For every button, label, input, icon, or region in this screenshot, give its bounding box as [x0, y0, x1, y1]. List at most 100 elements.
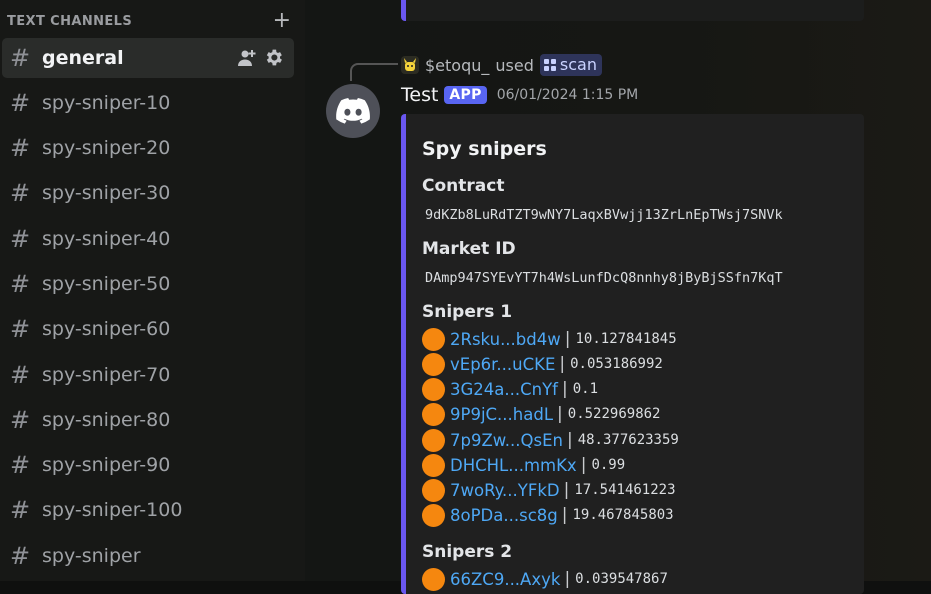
- sniper-row: 3G24a...CnYf | 0.1: [422, 377, 598, 401]
- separator: |: [562, 379, 568, 399]
- sniper-address-link[interactable]: vEp6r...uCKE: [450, 355, 555, 374]
- contract-value: 9dKZb8LuRdTZT9wNY7LaqxBVwjj13ZrLnEpTWsj7…: [425, 207, 783, 223]
- text-channels-header[interactable]: TEXT CHANNELS +: [7, 10, 291, 32]
- channel-spy-sniper-10[interactable]: # spy-sniper-10: [2, 83, 294, 123]
- hash-icon: #: [10, 406, 31, 434]
- sniper-amount: 0.522969862: [567, 406, 661, 422]
- message-timestamp[interactable]: 06/01/2024 1:15 PM: [497, 87, 639, 103]
- sniper-amount: 0.039547867: [575, 571, 668, 587]
- market-id-value: DAmp947SYEvYT7h4WsLunfDcQ8nnhy8jByBjSSfn…: [425, 270, 783, 286]
- channel-spy-sniper[interactable]: # spy-sniper: [2, 536, 294, 576]
- category-label: TEXT CHANNELS: [7, 13, 133, 29]
- orange-circle-icon: [422, 428, 445, 452]
- channel-spy-sniper-50[interactable]: # spy-sniper-50: [2, 264, 294, 304]
- channel-spy-sniper-70[interactable]: # spy-sniper-70: [2, 355, 294, 395]
- sniper-address-link[interactable]: 66ZC9...Axyk: [450, 570, 560, 589]
- hash-icon: #: [10, 44, 31, 72]
- channel-sidebar: TEXT CHANNELS + # general # spy-sniper-1…: [0, 0, 305, 581]
- sniper-row: DHCHL...mmKx | 0.99: [422, 453, 625, 477]
- sniper-amount: 0.1: [572, 381, 599, 397]
- separator: |: [580, 455, 587, 475]
- channel-name: spy-sniper-80: [42, 409, 171, 431]
- channel-spy-sniper-20[interactable]: # spy-sniper-20: [2, 128, 294, 168]
- channel-name: spy-sniper-10: [42, 92, 171, 114]
- snipers-2-label: Snipers 2: [422, 542, 513, 562]
- sniper-address-link[interactable]: 2Rsku...bd4w: [450, 330, 561, 349]
- chat-area: $etoqu_ used scan Test APP 06/01/2024 1:…: [305, 0, 931, 594]
- sniper-address-link[interactable]: 7woRy...YFkD: [450, 481, 560, 500]
- hash-icon: #: [10, 179, 31, 207]
- channel-spy-sniper-90[interactable]: # spy-sniper-90: [2, 445, 294, 485]
- hash-icon: #: [10, 451, 31, 479]
- channel-name: spy-sniper-100: [42, 499, 183, 521]
- reply-connector: [350, 63, 398, 81]
- user-avatar-small[interactable]: [401, 56, 419, 74]
- separator: |: [561, 505, 568, 525]
- sniper-row: 7woRy...YFkD | 17.541461223: [422, 478, 676, 502]
- sniper-address-link[interactable]: 7p9Zw...QsEn: [450, 431, 563, 450]
- app-badge: APP: [444, 86, 487, 104]
- channel-spy-sniper-40[interactable]: # spy-sniper-40: [2, 219, 294, 259]
- channel-name: spy-sniper: [42, 545, 141, 567]
- channel-name: spy-sniper-50: [42, 273, 171, 295]
- hash-icon: #: [10, 225, 31, 253]
- command-reply-context[interactable]: $etoqu_ used scan: [401, 54, 602, 76]
- message-header: Test APP 06/01/2024 1:15 PM: [401, 84, 638, 106]
- hash-icon: #: [10, 315, 31, 343]
- sniper-row: 8oPDa...sc8g | 19.467845803: [422, 503, 674, 527]
- embed-title: Spy snipers: [422, 138, 547, 160]
- hash-icon: #: [10, 496, 31, 524]
- plus-icon[interactable]: +: [273, 10, 291, 32]
- gear-icon[interactable]: [263, 47, 284, 68]
- sniper-row: 9P9jC...hadL | 0.522969862: [422, 402, 660, 426]
- hash-icon: #: [10, 134, 31, 162]
- channel-spy-sniper-100[interactable]: # spy-sniper-100: [2, 490, 294, 530]
- channel-name: general: [42, 47, 124, 69]
- sniper-row: 2Rsku...bd4w | 10.127841845: [422, 327, 677, 351]
- orange-circle-icon: [422, 352, 445, 376]
- separator: |: [566, 430, 573, 450]
- hash-icon: #: [10, 89, 31, 117]
- discord-logo-icon: [336, 98, 370, 124]
- orange-circle-icon: [422, 327, 445, 351]
- market-id-label: Market ID: [422, 239, 516, 259]
- channel-general[interactable]: # general: [2, 38, 294, 78]
- orange-circle-icon: [422, 503, 445, 527]
- orange-circle-icon: [422, 478, 445, 502]
- separator: |: [557, 404, 563, 424]
- channel-name: spy-sniper-40: [42, 228, 171, 250]
- orange-circle-icon: [422, 402, 445, 426]
- channel-name: spy-sniper-30: [42, 182, 171, 204]
- channel-spy-sniper-80[interactable]: # spy-sniper-80: [2, 400, 294, 440]
- channel-spy-sniper-60[interactable]: # spy-sniper-60: [2, 309, 294, 349]
- bot-avatar[interactable]: [326, 84, 380, 138]
- channel-name: spy-sniper-70: [42, 364, 171, 386]
- sniper-amount: 17.541461223: [574, 482, 676, 498]
- app-command-icon: [543, 58, 556, 71]
- sniper-address-link[interactable]: 9P9jC...hadL: [450, 405, 553, 424]
- snipers-1-label: Snipers 1: [422, 302, 513, 322]
- sniper-amount: 48.377623359: [577, 432, 679, 448]
- separator: |: [564, 329, 571, 349]
- sniper-amount: 0.99: [591, 457, 626, 473]
- add-member-icon[interactable]: [237, 48, 257, 68]
- command-name: scan: [559, 55, 597, 74]
- separator: |: [563, 480, 570, 500]
- author-name[interactable]: Test: [401, 84, 438, 106]
- command-pill[interactable]: scan: [539, 54, 602, 76]
- sniper-address-link[interactable]: 8oPDa...sc8g: [450, 506, 558, 525]
- reply-used-text: used: [495, 55, 534, 75]
- previous-embed: [401, 0, 864, 21]
- sniper-row: 7p9Zw...QsEn | 48.377623359: [422, 428, 679, 452]
- sniper-address-link[interactable]: 3G24a...CnYf: [450, 380, 558, 399]
- contract-label: Contract: [422, 176, 505, 196]
- hash-icon: #: [10, 270, 31, 298]
- channel-spy-sniper-30[interactable]: # spy-sniper-30: [2, 173, 294, 213]
- hash-icon: #: [10, 361, 31, 389]
- pikachu-avatar-icon: [404, 58, 416, 71]
- sniper-amount: 19.467845803: [572, 507, 674, 523]
- orange-circle-icon: [422, 567, 445, 591]
- sniper-amount: 0.053186992: [570, 356, 663, 372]
- reply-username[interactable]: $etoqu_: [425, 56, 489, 75]
- sniper-address-link[interactable]: DHCHL...mmKx: [450, 456, 577, 475]
